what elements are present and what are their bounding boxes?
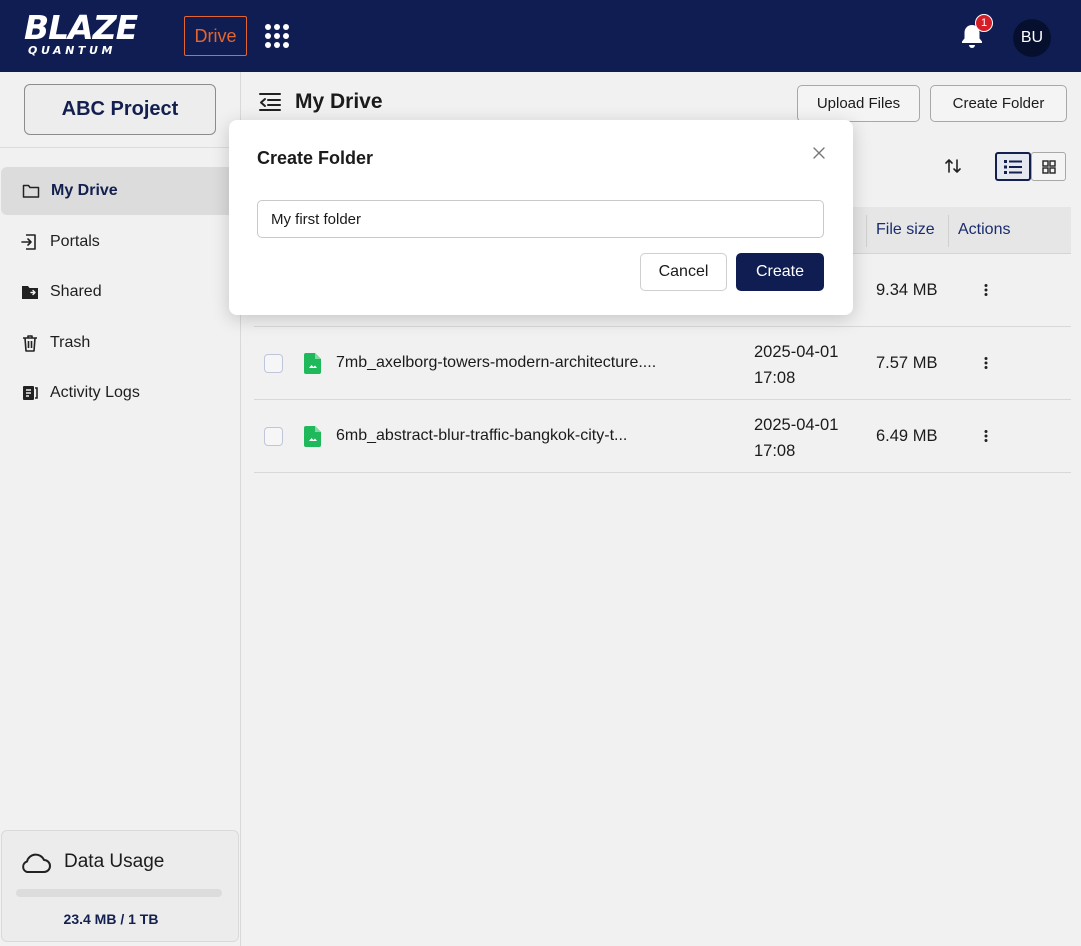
sidebar-item-label: My Drive [51, 182, 118, 199]
file-date-day: 2025-04-01 [754, 343, 839, 361]
notification-count-badge: 1 [975, 14, 993, 32]
file-date-time: 17:08 [754, 442, 796, 460]
data-usage-value: 23.4 MB / 1 TB [63, 911, 159, 927]
data-usage-panel: Data Usage 23.4 MB / 1 TB [1, 830, 239, 942]
list-view-icon [1004, 159, 1022, 174]
grid-view-icon [1041, 159, 1056, 174]
dialog-title: Create Folder [257, 148, 374, 168]
image-file-icon [304, 426, 321, 447]
upload-files-button[interactable]: Upload Files [797, 85, 920, 122]
sidebar: ABC Project My Drive Portals Shared Tras… [0, 72, 241, 946]
collapse-sidebar-icon[interactable] [258, 91, 282, 113]
sidebar-item-label: Shared [50, 283, 102, 300]
sidebar-item-my-drive[interactable]: My Drive [1, 167, 239, 215]
image-file-icon [304, 353, 321, 374]
close-icon[interactable] [811, 145, 827, 161]
shared-folder-icon [20, 282, 40, 302]
sidebar-item-label: Activity Logs [50, 384, 140, 401]
file-date: 2025-04-01 17:08 [754, 339, 864, 391]
cancel-button[interactable]: Cancel [640, 253, 727, 291]
logo-subtitle: QUANTUM [28, 44, 117, 57]
page-title: My Drive [295, 90, 383, 113]
logo-wordmark: BLAZE [24, 8, 138, 47]
sidebar-item-trash[interactable]: Trash [0, 319, 240, 367]
trash-icon [20, 333, 40, 353]
file-date: 2025-04-01 17:08 [754, 412, 864, 464]
sort-icon[interactable] [944, 157, 962, 175]
create-button[interactable]: Create [736, 253, 824, 291]
grid-view-toggle[interactable] [1031, 152, 1066, 181]
list-view-toggle[interactable] [995, 152, 1031, 181]
create-folder-dialog: Create Folder Cancel Create [229, 120, 853, 315]
sidebar-item-shared[interactable]: Shared [0, 268, 240, 316]
user-avatar[interactable]: BU [1013, 19, 1051, 57]
more-actions-icon[interactable] [976, 426, 996, 446]
more-actions-icon[interactable] [976, 280, 996, 300]
more-actions-icon[interactable] [976, 353, 996, 373]
folder-name-input[interactable] [257, 200, 824, 238]
project-selector-button[interactable]: ABC Project [24, 84, 216, 135]
row-checkbox[interactable] [264, 354, 283, 373]
file-size: 7.57 MB [876, 354, 938, 372]
file-name[interactable]: 6mb_abstract-blur-traffic-bangkok-city-t… [336, 427, 676, 445]
cloud-icon [22, 853, 51, 873]
column-header-actions: Actions [958, 221, 1011, 238]
portal-enter-icon [20, 232, 40, 252]
sidebar-item-activity-logs[interactable]: Activity Logs [0, 369, 240, 417]
file-size: 9.34 MB [876, 281, 938, 299]
column-separator [866, 215, 867, 247]
data-usage-progress-bar [16, 889, 222, 897]
sidebar-divider [0, 147, 240, 148]
column-separator [948, 215, 949, 247]
row-checkbox[interactable] [264, 427, 283, 446]
apps-grid-icon[interactable] [264, 23, 290, 49]
top-navigation-bar: BLAZE QUANTUM Drive 1 BU [0, 0, 1081, 72]
create-folder-button[interactable]: Create Folder [930, 85, 1067, 122]
table-row[interactable]: 7mb_axelborg-towers-modern-architecture.… [254, 327, 1071, 400]
drive-app-badge[interactable]: Drive [184, 16, 247, 56]
file-date-time: 17:08 [754, 369, 796, 387]
file-date-day: 2025-04-01 [754, 416, 839, 434]
data-usage-title: Data Usage [64, 851, 165, 872]
blaze-quantum-logo[interactable]: BLAZE QUANTUM [24, 10, 164, 60]
sidebar-item-portals[interactable]: Portals [0, 218, 240, 266]
table-row[interactable]: 6mb_abstract-blur-traffic-bangkok-city-t… [254, 400, 1071, 473]
file-size: 6.49 MB [876, 427, 938, 445]
activity-log-icon [20, 383, 40, 403]
file-name[interactable]: 7mb_axelborg-towers-modern-architecture.… [336, 354, 676, 372]
sidebar-item-label: Trash [50, 334, 91, 351]
sidebar-item-label: Portals [50, 233, 100, 250]
folder-icon [21, 181, 41, 201]
column-header-file-size[interactable]: File size [876, 221, 935, 239]
